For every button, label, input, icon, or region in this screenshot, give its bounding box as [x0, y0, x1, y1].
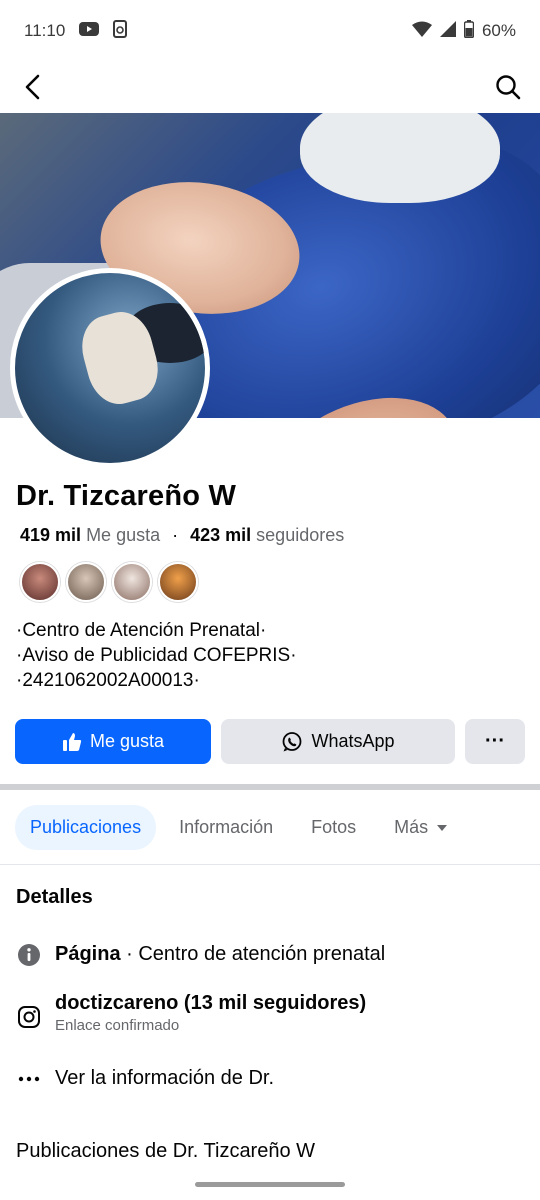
more-dots-icon: [16, 1066, 41, 1091]
bio-line: ·Centro de Atención Prenatal·: [16, 620, 267, 641]
more-options-icon: ···: [485, 730, 505, 752]
phone-sync-icon: [113, 19, 128, 43]
stats-separator: ·: [172, 525, 179, 545]
profile-avatar[interactable]: [10, 268, 210, 468]
status-bar: 11:10 60%: [0, 0, 540, 62]
search-icon: [496, 75, 521, 100]
tab-publicaciones[interactable]: Publicaciones: [15, 805, 157, 850]
back-button[interactable]: [16, 71, 48, 103]
see-more-info-row[interactable]: Ver la información de Dr.: [16, 1066, 274, 1091]
tabs-divider: [0, 864, 540, 865]
whatsapp-button-label: WhatsApp: [311, 731, 395, 751]
details-heading: Detalles: [16, 886, 93, 908]
tab-fotos[interactable]: Fotos: [296, 805, 371, 850]
thumbs-up-icon: [62, 732, 82, 751]
page-category-row: Página · Centro de atención prenatal: [16, 942, 385, 967]
likes-stat[interactable]: 419 mil Me gusta: [20, 525, 160, 546]
see-more-info-label: Ver la información de Dr.: [55, 1067, 274, 1089]
more-options-button[interactable]: ···: [465, 719, 525, 764]
profile-actions: Me gusta WhatsApp ···: [15, 719, 525, 764]
like-page-button[interactable]: Me gusta: [15, 719, 211, 764]
friend-avatar[interactable]: [20, 562, 60, 602]
friend-avatar[interactable]: [66, 562, 106, 602]
home-indicator[interactable]: [195, 1182, 345, 1187]
status-time: 11:10: [24, 21, 66, 40]
page-label: Página: [55, 943, 121, 965]
battery-icon: [463, 19, 475, 43]
page-title: Dr. Tizcareño W: [16, 480, 237, 512]
instagram-row[interactable]: doctizcareno (13 mil seguidores) Enlace …: [16, 992, 366, 1034]
profile-stats: 419 mil Me gusta · 423 mil seguidores: [20, 525, 344, 546]
caret-down-icon: [437, 824, 448, 831]
followers-stat[interactable]: 423 mil seguidores: [190, 525, 344, 546]
friends-who-like[interactable]: [20, 562, 198, 602]
tab-mas[interactable]: Más: [379, 805, 463, 850]
bio-line: ·2421062002A00013·: [16, 670, 200, 691]
back-arrow-icon: [25, 74, 40, 100]
friend-avatar[interactable]: [158, 562, 198, 602]
whatsapp-button[interactable]: WhatsApp: [221, 719, 455, 764]
info-icon: [16, 942, 41, 967]
like-button-label: Me gusta: [89, 731, 165, 751]
instagram-verified-label: Enlace confirmado: [55, 1017, 180, 1034]
posts-heading: Publicaciones de Dr. Tizcareño W: [16, 1140, 316, 1162]
section-divider: [0, 784, 540, 790]
wifi-icon: [411, 21, 432, 42]
friend-avatar[interactable]: [112, 562, 152, 602]
tab-mas-label: Más: [394, 817, 429, 837]
battery-percent: 60%: [481, 21, 516, 40]
whatsapp-icon: [283, 731, 302, 751]
search-button[interactable]: [492, 71, 524, 103]
top-nav: [0, 62, 540, 112]
instagram-icon: [16, 1004, 41, 1029]
tab-informacion[interactable]: Información: [164, 805, 288, 850]
signal-icon: [439, 20, 456, 42]
instagram-handle[interactable]: doctizcareno (13 mil seguidores): [55, 992, 366, 1014]
profile-bio: ·Centro de Atención Prenatal· ·Aviso de …: [16, 618, 297, 693]
youtube-icon: [79, 21, 100, 41]
bio-line: ·Aviso de Publicidad COFEPRIS·: [16, 645, 297, 666]
profile-tabs: Publicaciones Información Fotos Más: [15, 805, 463, 850]
page-category-value: · Centro de atención prenatal: [126, 943, 386, 965]
